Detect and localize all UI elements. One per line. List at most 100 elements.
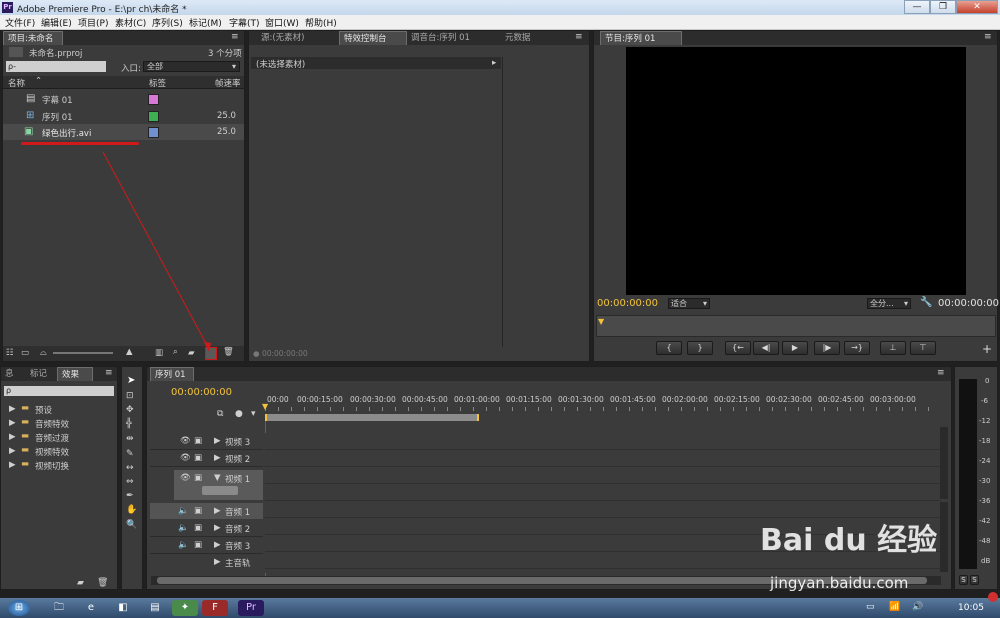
track-audio-3[interactable]: 🔈 ▣ ▶ 音频 3 (150, 537, 263, 554)
tray-icon[interactable]: ▭ (866, 602, 875, 612)
taskbar-folder-icon[interactable]: ▤ (142, 600, 168, 616)
mark-out-button[interactable]: } (687, 341, 713, 355)
source-panel: 源:(无素材) 特效控制台 调音台:序列 01 元数据 ≡ (未选择素材) ▸ … (248, 30, 590, 362)
ruler-label: 00:02:45:00 (818, 395, 864, 404)
effects-folder-video-effects[interactable]: ▶ ▬ 视频特效 (1, 445, 117, 458)
effects-folder-audio-effects[interactable]: ▶ ▬ 音频特效 (1, 417, 117, 430)
track-video-1[interactable]: 👁 ▣ ▼ 视频 1 (174, 470, 263, 500)
volume-icon[interactable]: 🔊 (912, 602, 923, 612)
notification-icon[interactable] (988, 592, 998, 602)
pen-tool-icon[interactable]: ✒ (126, 491, 134, 501)
panel-menu-icon[interactable]: ≡ (937, 368, 945, 378)
effects-folder-audio-transitions[interactable]: ▶ ▬ 音频过渡 (1, 431, 117, 444)
folder-icon: ▬ (21, 445, 30, 455)
speaker-icon: 🔈 (178, 523, 189, 533)
meter-label: -36 (979, 497, 991, 505)
lock-icon: ▣ (194, 523, 203, 533)
keyframe-icon[interactable]: ▾ (251, 409, 256, 419)
timeline-timecode[interactable]: 00:00:00:00 (171, 387, 232, 398)
video-scrollbar[interactable] (940, 427, 948, 499)
track-select-tool-icon[interactable]: ⊡ (126, 391, 134, 401)
marker-icon[interactable]: ● (235, 409, 243, 419)
effect-timecode: ● 00:00:00:00 (253, 349, 308, 358)
meter-label: -42 (979, 517, 991, 525)
track-audio-1[interactable]: 🔈 ▣ ▶ 音频 1 (150, 503, 263, 519)
extract-button[interactable]: ⊤ (910, 341, 936, 355)
tab-effects[interactable]: 效果 (57, 367, 93, 381)
start-button[interactable]: ⊞ (8, 600, 30, 616)
hand-tool-icon[interactable]: ✋ (126, 505, 137, 515)
selection-tool-icon[interactable]: ➤ (127, 375, 135, 386)
step-forward-button[interactable]: |▶ (814, 341, 840, 355)
go-to-out-button[interactable]: →} (844, 341, 870, 355)
taskbar-app-icon[interactable]: ✦ (172, 600, 198, 616)
panel-menu-icon[interactable]: ≡ (105, 368, 113, 378)
track-video-3[interactable]: 👁 ▣ ▶ 视频 3 (150, 433, 263, 450)
taskbar-explorer-icon[interactable]: 🗀 (46, 600, 72, 616)
tab-source[interactable]: 源:(无素材) (257, 31, 309, 45)
solo-button-right[interactable]: S (970, 575, 979, 585)
audio-meter-panel: 0 -6 -12 -18 -24 -30 -36 -42 -48 dB S S (954, 366, 998, 590)
track-video-2[interactable]: 👁 ▣ ▶ 视频 2 (150, 450, 263, 467)
tab-info[interactable]: 息 (1, 367, 18, 381)
speaker-icon: 🔈 (178, 540, 189, 550)
lift-button[interactable]: ⊥ (880, 341, 906, 355)
mark-in-button[interactable]: { (656, 341, 682, 355)
go-to-in-button[interactable]: {← (725, 341, 751, 355)
fit-dropdown-value: 适合 (671, 299, 687, 308)
program-timecode-left[interactable]: 00:00:00:00 (597, 298, 658, 309)
lock-icon: ▣ (194, 436, 203, 446)
panel-menu-icon[interactable]: ≡ (984, 32, 992, 42)
tab-sequence[interactable]: 序列 01 (150, 367, 194, 381)
rate-stretch-tool-icon[interactable]: ⇹ (126, 434, 134, 444)
new-custom-bin-icon[interactable]: ▰ (77, 578, 84, 588)
program-scrub-bar[interactable]: ▼ (596, 315, 996, 337)
play-button[interactable]: ▶ (782, 341, 808, 355)
taskbar-premiere-icon[interactable]: Pr (238, 600, 264, 616)
wrench-icon[interactable]: 🔧 (920, 297, 932, 308)
add-button-icon[interactable]: + (982, 342, 992, 356)
tab-markers[interactable]: 标记 (26, 367, 51, 381)
playhead-marker-icon[interactable]: ▼ (598, 317, 604, 326)
effects-folder-presets[interactable]: ▶ ▬ 预设 (1, 403, 117, 416)
fit-dropdown[interactable]: 适合 ▾ (668, 298, 710, 309)
work-area-bar[interactable] (265, 414, 479, 421)
razor-tool-icon[interactable]: ✎ (126, 449, 134, 459)
taskbar-app-icon[interactable]: ◧ (110, 600, 136, 616)
quality-dropdown[interactable]: 全分... ▾ (867, 298, 911, 309)
solo-button-left[interactable]: S (959, 575, 968, 585)
tab-effect-controls[interactable]: 特效控制台 (339, 31, 407, 45)
chevron-down-icon: ▾ (702, 299, 707, 308)
delete-icon[interactable]: 🗑 (97, 578, 108, 588)
track-master[interactable]: ▶ 主音轨 (150, 554, 263, 570)
chevron-down-icon: ▾ (903, 299, 908, 308)
time-ruler[interactable]: 00:00 00:00:15:00 00:00:30:00 00:00:45:0… (262, 393, 941, 423)
track-audio-2[interactable]: 🔈 ▣ ▶ 音频 2 (150, 520, 263, 537)
tab-metadata[interactable]: 元数据 (501, 31, 535, 45)
step-back-button[interactable]: ◀| (753, 341, 779, 355)
program-timecode-right: 00:00:00:00 (938, 298, 1000, 309)
effect-divider (502, 57, 503, 347)
snap-icon[interactable]: ⧉ (217, 409, 223, 419)
playhead-marker-icon[interactable]: ▼ (262, 402, 268, 411)
play-triangle-icon[interactable]: ▸ (492, 58, 496, 68)
slip-tool-icon[interactable]: ↔ (126, 463, 134, 473)
taskbar-app-icon[interactable]: F (202, 600, 228, 616)
audio-scrollbar[interactable] (940, 502, 948, 572)
tab-program[interactable]: 节目:序列 01 (600, 31, 682, 45)
network-icon[interactable]: 📶 (889, 602, 900, 612)
taskbar-ie-icon[interactable]: e (78, 600, 104, 616)
keyframe-toggle[interactable] (202, 486, 238, 495)
clock[interactable]: 10:05 (958, 603, 984, 613)
ripple-edit-tool-icon[interactable]: ✥ (126, 405, 134, 415)
tab-audio-mixer[interactable]: 调音台:序列 01 (407, 31, 474, 45)
watermark-url: jingyan.baidu.com (770, 574, 909, 592)
effects-folder-video-transitions[interactable]: ▶ ▬ 视频切换 (1, 459, 117, 472)
panel-menu-icon[interactable]: ≡ (575, 32, 583, 42)
ruler-label: 00:00:30:00 (350, 395, 396, 404)
rolling-edit-tool-icon[interactable]: ╬ (126, 419, 131, 429)
slide-tool-icon[interactable]: ⇔ (126, 477, 134, 487)
zoom-tool-icon[interactable]: 🔍 (126, 520, 137, 530)
meter-label: dB (981, 557, 991, 565)
effects-search-input[interactable]: ρ (4, 386, 114, 396)
